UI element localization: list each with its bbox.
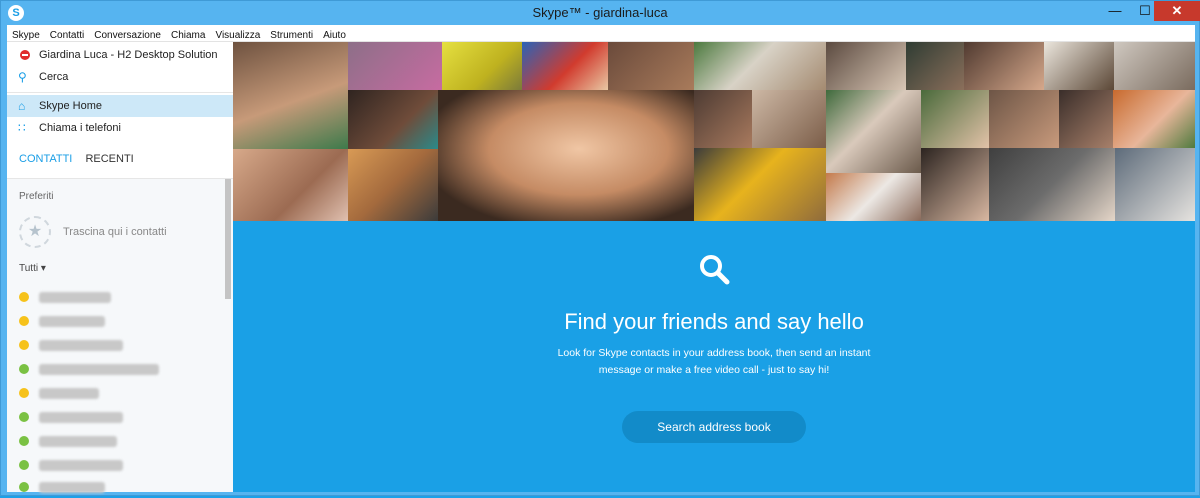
list-item[interactable] [19, 384, 219, 404]
scrollbar[interactable] [225, 179, 231, 299]
hero-subtitle: Look for Skype contacts in your address … [557, 347, 871, 376]
contact-name-blurred [39, 436, 117, 447]
drag-contacts-hint: Trascina qui i contatti [63, 226, 167, 238]
contact-name-blurred [39, 388, 99, 399]
list-item[interactable] [19, 312, 219, 332]
menu-aiuto[interactable]: Aiuto [318, 27, 351, 42]
home-icon: ⌂ [18, 99, 26, 113]
title-bar: S Skype™ - giardina-luca — ☐ ✕ [1, 1, 1200, 25]
home-label: Skype Home [39, 100, 102, 112]
profile-status[interactable]: Giardina Luca - H2 Desktop Solution [7, 44, 233, 66]
list-item[interactable] [19, 408, 219, 428]
search-contacts[interactable]: ⚲ Cerca [7, 66, 233, 88]
people-photo-mosaic [233, 42, 1195, 221]
list-item[interactable] [19, 288, 219, 308]
favorites-label: Preferiti [19, 191, 54, 202]
menu-strumenti[interactable]: Strumenti [265, 27, 318, 42]
hero-title: Find your friends and say hello [564, 309, 864, 334]
window-title: Skype™ - giardina-luca [532, 5, 668, 20]
tab-recent[interactable]: RECENTI [85, 153, 133, 165]
sidebar-item-skype-home[interactable]: ⌂ Skype Home [7, 95, 233, 117]
contact-list: Preferiti ★ Trascina qui i contatti Tutt… [7, 179, 233, 493]
dialpad-icon: ∷ [18, 121, 26, 135]
star-icon: ★ [19, 216, 51, 248]
away-status-icon [19, 292, 29, 302]
tab-contacts[interactable]: CONTATTI [19, 153, 72, 165]
search-label: Cerca [39, 71, 69, 83]
menu-visualizza[interactable]: Visualizza [210, 27, 265, 42]
contact-name-blurred [39, 340, 123, 351]
online-status-icon [19, 482, 29, 492]
profile-name: Giardina Luca - H2 Desktop Solution [39, 49, 218, 61]
away-status-icon [19, 388, 29, 398]
sidebar-item-call-phones[interactable]: ∷ Chiama i telefoni [7, 117, 233, 139]
search-icon: ⚲ [18, 70, 27, 84]
skype-window: S Skype™ - giardina-luca — ☐ ✕ Skype Cont… [0, 0, 1200, 496]
search-address-book-button[interactable]: Search address book [622, 411, 806, 443]
menu-contatti[interactable]: Contatti [45, 27, 89, 42]
search-icon [700, 255, 730, 285]
list-item[interactable] [19, 432, 219, 452]
online-status-icon [19, 412, 29, 422]
list-item[interactable] [19, 456, 219, 476]
contact-tabs: CONTATTI RECENTI [19, 153, 144, 165]
online-status-icon [19, 436, 29, 446]
contact-name-blurred [39, 292, 111, 303]
online-status-icon [19, 364, 29, 374]
close-button[interactable]: ✕ [1154, 1, 1200, 21]
menu-bar: Skype Contatti Conversazione Chiama Visualiz… [7, 25, 1195, 42]
sidebar: Giardina Luca - H2 Desktop Solution ⚲ Ce… [7, 42, 233, 493]
contact-name-blurred [39, 364, 159, 375]
contact-name-blurred [39, 412, 123, 423]
do-not-disturb-icon [20, 50, 30, 60]
menu-skype[interactable]: Skype [7, 27, 45, 42]
menu-chiama[interactable]: Chiama [166, 27, 210, 42]
divider [7, 92, 233, 93]
away-status-icon [19, 316, 29, 326]
away-status-icon [19, 340, 29, 350]
contact-name-blurred [39, 316, 105, 327]
list-item[interactable] [19, 336, 219, 356]
find-friends-panel: Find your friends and say hello Look for… [233, 221, 1195, 492]
minimize-button[interactable]: — [1101, 1, 1129, 21]
contact-name-blurred [39, 460, 123, 471]
list-item[interactable] [19, 478, 219, 498]
phones-label: Chiama i telefoni [39, 122, 121, 134]
list-item[interactable] [19, 360, 219, 380]
contact-name-blurred [39, 482, 105, 493]
menu-conversazione[interactable]: Conversazione [89, 27, 166, 42]
online-status-icon [19, 460, 29, 470]
all-contacts-filter[interactable]: Tutti ▾ [19, 263, 46, 274]
